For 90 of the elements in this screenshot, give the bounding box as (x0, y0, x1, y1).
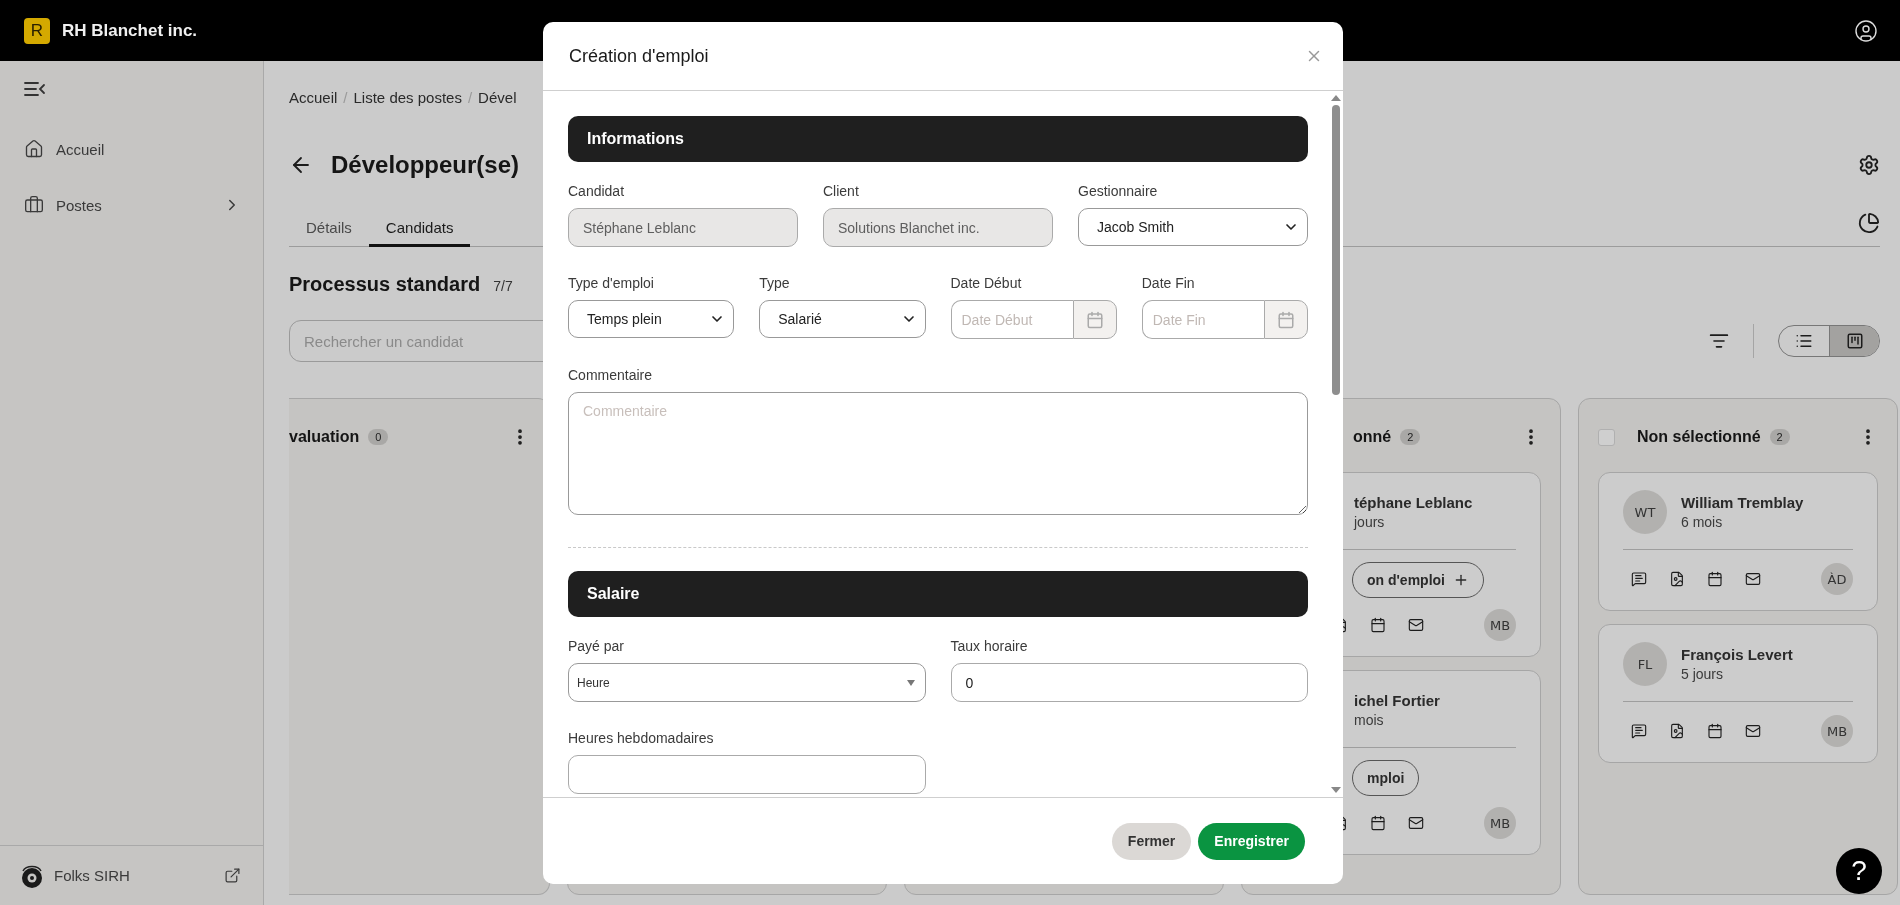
avatar: FL (1623, 642, 1667, 686)
candidate-name: François Levert (1681, 646, 1793, 663)
calendar-icon[interactable] (1370, 815, 1386, 831)
comment-icon[interactable] (1631, 571, 1647, 587)
mail-icon[interactable] (1408, 815, 1424, 831)
file-icon[interactable] (1669, 571, 1685, 587)
process-title: Processus standard (289, 273, 481, 296)
date-field[interactable]: Date Fin (1141, 300, 1264, 339)
select-field[interactable]: Temps plein (568, 300, 735, 338)
menu-collapse-icon[interactable] (24, 81, 46, 97)
plus-icon (1453, 572, 1469, 588)
sidebar-item[interactable]: Postes (24, 177, 263, 233)
section-header: Salaire (568, 571, 1308, 617)
view-toggle[interactable] (1829, 326, 1879, 356)
owner-avatar: MB (1484, 807, 1516, 839)
column-title: Non sélectionné (1637, 428, 1761, 446)
save-button[interactable]: Enregistrer (1198, 822, 1305, 860)
list-icon (1795, 332, 1813, 350)
close-button[interactable]: Fermer (1111, 822, 1192, 860)
candidate-time: 5 jours (1681, 666, 1725, 682)
candidate-name: ichel Fortier (1354, 692, 1440, 709)
text-field[interactable] (568, 755, 926, 794)
breadcrumb-separator: / (343, 88, 348, 106)
breadcrumb-link[interactable]: Dével (478, 88, 517, 106)
candidate-time: 6 mois (1681, 514, 1724, 530)
sort-icon[interactable] (1709, 331, 1729, 351)
calendar-icon[interactable] (1370, 617, 1386, 633)
app-name: Folks SIRH (54, 867, 131, 884)
select-field[interactable]: Jacob Smith (1078, 208, 1308, 246)
field-label: Taux horaire (950, 638, 1029, 655)
calendar-icon (1085, 310, 1104, 329)
mail-icon[interactable] (1408, 617, 1424, 633)
calendar-icon (1277, 310, 1295, 329)
dropdown-field[interactable]: Heure (568, 663, 926, 702)
board-icon (1845, 332, 1864, 350)
field-label: Payé par (568, 638, 626, 655)
owner-avatar: MB (1821, 715, 1853, 747)
column-title: valuation (289, 428, 360, 446)
date-field[interactable]: Date Début (950, 300, 1073, 339)
candidate-name: William Tremblay (1681, 494, 1804, 511)
page-title: Développeur(se) (331, 151, 521, 179)
mail-icon[interactable] (1745, 571, 1761, 587)
candidate-time: jours (1354, 514, 1386, 530)
column-title: onné (1353, 428, 1392, 446)
candidate-card[interactable]: WT William Tremblay 6 mois ÀD (1598, 472, 1878, 611)
avatar: WT (1623, 490, 1667, 534)
candidate-time: mois (1354, 712, 1385, 728)
text-field[interactable]: 0 (950, 663, 1308, 702)
breadcrumb-separator: / (467, 88, 473, 106)
company-name: RH Blanchet inc. (62, 20, 199, 41)
tab[interactable]: Candidats (368, 219, 471, 247)
settings-icon[interactable] (1858, 154, 1880, 176)
sidebar-item[interactable]: Accueil (24, 121, 263, 177)
select-field[interactable]: Salarié (759, 300, 926, 338)
field-label: Candidat (568, 183, 626, 200)
count-badge: 2 (1769, 429, 1790, 445)
external-link-icon[interactable] (224, 867, 241, 884)
pie-chart-icon[interactable] (1858, 212, 1880, 234)
calendar-icon[interactable] (1707, 571, 1723, 587)
field-label: Commentaire (568, 367, 654, 384)
field-label: Type (759, 275, 791, 292)
field-label: Date Fin (1141, 275, 1196, 292)
file-icon[interactable] (1669, 723, 1685, 739)
process-count: 7/7 (493, 278, 513, 294)
count-badge: 0 (368, 429, 389, 445)
field-label: Date Début (950, 275, 1023, 292)
breadcrumb-link[interactable]: Accueil (289, 88, 338, 106)
field-label: Client (823, 183, 860, 200)
comment-field[interactable]: Commentaire (568, 392, 1308, 515)
section-header: Informations (568, 116, 1308, 162)
field-label: Heures hebdomadaires (568, 730, 715, 747)
tab[interactable]: Détails (289, 219, 369, 247)
owner-avatar: ÀD (1821, 563, 1853, 595)
field-label: Gestionnaire (1078, 183, 1159, 200)
comment-icon[interactable] (1631, 723, 1647, 739)
count-badge: 2 (1400, 429, 1421, 445)
caret-icon (906, 679, 915, 686)
briefcase-icon (24, 195, 44, 215)
modal-title: Création d'emploi (569, 45, 710, 67)
home-icon (24, 139, 44, 159)
breadcrumb-link[interactable]: Liste des postes (353, 88, 462, 106)
field-label: Type d'emploi (568, 275, 655, 292)
candidate-card[interactable]: FL François Levert 5 jours MB (1598, 624, 1878, 763)
mail-icon[interactable] (1745, 723, 1761, 739)
owner-avatar: MB (1484, 609, 1516, 641)
candidate-name: téphane Leblanc (1354, 494, 1473, 511)
company-logo: R (24, 17, 50, 44)
calendar-icon[interactable] (1707, 723, 1723, 739)
user-icon[interactable] (1854, 18, 1878, 43)
checkbox[interactable] (1598, 428, 1615, 446)
